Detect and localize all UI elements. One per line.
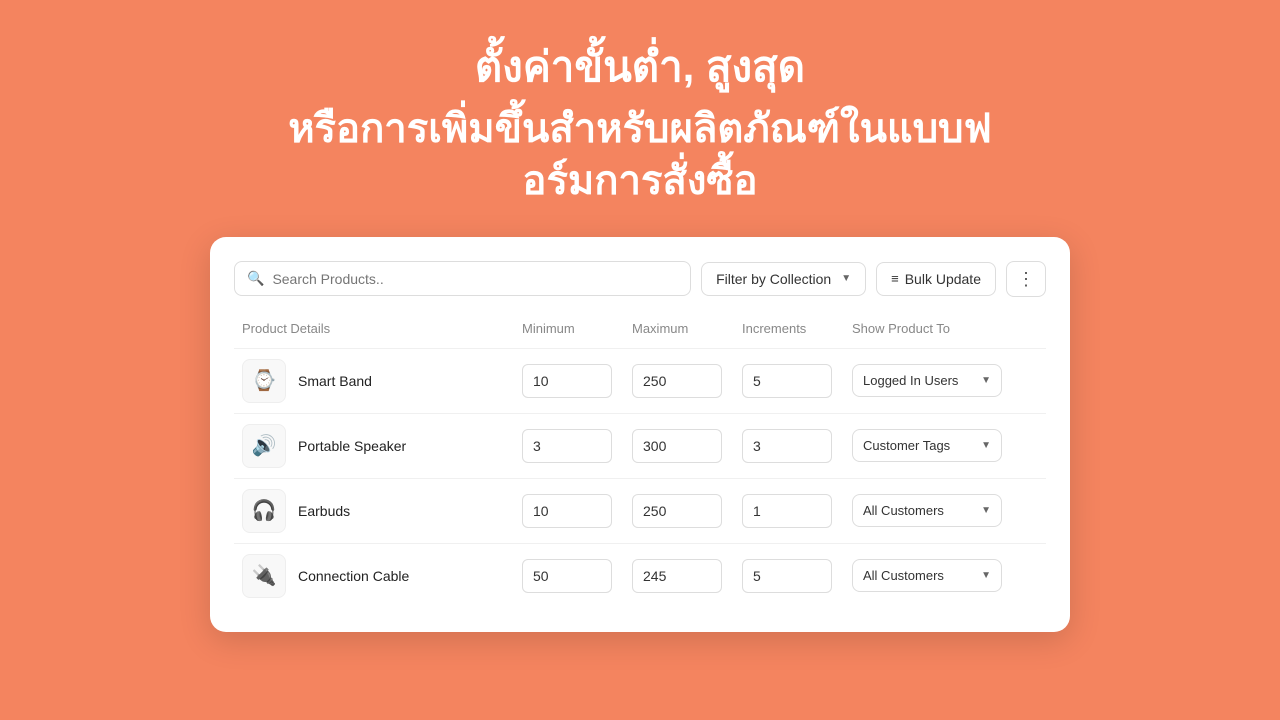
show-to-wrapper: Customer Tags ▼ <box>852 429 1038 462</box>
increments-input[interactable] <box>742 364 832 398</box>
minimum-field-wrapper <box>522 429 632 463</box>
minimum-input[interactable] <box>522 559 612 593</box>
table-row: 🔊 Portable Speaker Customer Tags ▼ <box>234 413 1046 478</box>
more-options-button[interactable]: ⋮ <box>1006 261 1046 297</box>
chevron-down-icon: ▼ <box>981 505 991 516</box>
table-header: Product Details Minimum Maximum Incremen… <box>234 317 1046 348</box>
filter-label: Filter by Collection <box>716 271 831 287</box>
maximum-input[interactable] <box>632 559 722 593</box>
show-product-to-dropdown[interactable]: Customer Tags ▼ <box>852 429 1002 462</box>
header-minimum: Minimum <box>522 321 632 336</box>
maximum-input[interactable] <box>632 429 722 463</box>
product-info: ⌚ Smart Band <box>242 359 522 403</box>
show-to-wrapper: All Customers ▼ <box>852 494 1038 527</box>
product-name: Connection Cable <box>298 568 409 584</box>
hero-section: ตั้งค่าขั้นต่ำ, สูงสุด หรือการเพิ่มขึ้นส… <box>208 0 1072 237</box>
show-to-wrapper: All Customers ▼ <box>852 559 1038 592</box>
product-name: Smart Band <box>298 373 372 389</box>
minimum-input[interactable] <box>522 364 612 398</box>
minimum-input[interactable] <box>522 494 612 528</box>
increments-input[interactable] <box>742 494 832 528</box>
product-info: 🔊 Portable Speaker <box>242 424 522 468</box>
search-icon: 🔍 <box>247 270 264 287</box>
header-product-details: Product Details <box>242 321 522 336</box>
minimum-field-wrapper <box>522 494 632 528</box>
product-image: ⌚ <box>242 359 286 403</box>
increments-field-wrapper <box>742 364 852 398</box>
show-product-to-dropdown[interactable]: All Customers ▼ <box>852 559 1002 592</box>
toolbar: 🔍 Filter by Collection ▼ ≡ Bulk Update ⋮ <box>234 261 1046 297</box>
product-image: 🔊 <box>242 424 286 468</box>
chevron-down-icon: ▼ <box>981 570 991 581</box>
increments-input[interactable] <box>742 559 832 593</box>
increments-field-wrapper <box>742 494 852 528</box>
chevron-down-icon: ▼ <box>841 273 851 284</box>
product-table-card: 🔍 Filter by Collection ▼ ≡ Bulk Update ⋮… <box>210 237 1070 632</box>
maximum-field-wrapper <box>632 364 742 398</box>
maximum-field-wrapper <box>632 429 742 463</box>
minimum-field-wrapper <box>522 559 632 593</box>
increments-field-wrapper <box>742 429 852 463</box>
search-input[interactable] <box>272 271 678 287</box>
table-row: 🔌 Connection Cable All Customers ▼ <box>234 543 1046 608</box>
hero-line1: ตั้งค่าขั้นต่ำ, สูงสุด <box>288 40 992 95</box>
header-maximum: Maximum <box>632 321 742 336</box>
filter-by-collection-button[interactable]: Filter by Collection ▼ <box>701 262 866 296</box>
product-image: 🎧 <box>242 489 286 533</box>
show-product-to-dropdown[interactable]: All Customers ▼ <box>852 494 1002 527</box>
show-to-value: Logged In Users <box>863 373 958 388</box>
table-row: ⌚ Smart Band Logged In Users ▼ <box>234 348 1046 413</box>
list-icon: ≡ <box>891 271 899 286</box>
show-to-value: All Customers <box>863 503 944 518</box>
table-row: 🎧 Earbuds All Customers ▼ <box>234 478 1046 543</box>
product-name: Portable Speaker <box>298 438 406 454</box>
minimum-field-wrapper <box>522 364 632 398</box>
minimum-input[interactable] <box>522 429 612 463</box>
bulk-update-button[interactable]: ≡ Bulk Update <box>876 262 996 296</box>
show-to-value: Customer Tags <box>863 438 950 453</box>
search-box: 🔍 <box>234 261 691 296</box>
more-icon: ⋮ <box>1017 269 1035 289</box>
product-info: 🔌 Connection Cable <box>242 554 522 598</box>
header-show-product-to: Show Product To <box>852 321 1038 336</box>
hero-line2: หรือการเพิ่มขึ้นสำหรับผลิตภัณฑ์ในแบบฟ อร… <box>288 103 992 207</box>
maximum-input[interactable] <box>632 364 722 398</box>
show-product-to-dropdown[interactable]: Logged In Users ▼ <box>852 364 1002 397</box>
maximum-field-wrapper <box>632 494 742 528</box>
bulk-update-label: Bulk Update <box>905 271 981 287</box>
header-increments: Increments <box>742 321 852 336</box>
increments-input[interactable] <box>742 429 832 463</box>
product-info: 🎧 Earbuds <box>242 489 522 533</box>
increments-field-wrapper <box>742 559 852 593</box>
maximum-input[interactable] <box>632 494 722 528</box>
product-image: 🔌 <box>242 554 286 598</box>
show-to-value: All Customers <box>863 568 944 583</box>
show-to-wrapper: Logged In Users ▼ <box>852 364 1038 397</box>
product-name: Earbuds <box>298 503 350 519</box>
chevron-down-icon: ▼ <box>981 440 991 451</box>
product-rows: ⌚ Smart Band Logged In Users ▼ 🔊 Portabl… <box>234 348 1046 608</box>
chevron-down-icon: ▼ <box>981 375 991 386</box>
maximum-field-wrapper <box>632 559 742 593</box>
